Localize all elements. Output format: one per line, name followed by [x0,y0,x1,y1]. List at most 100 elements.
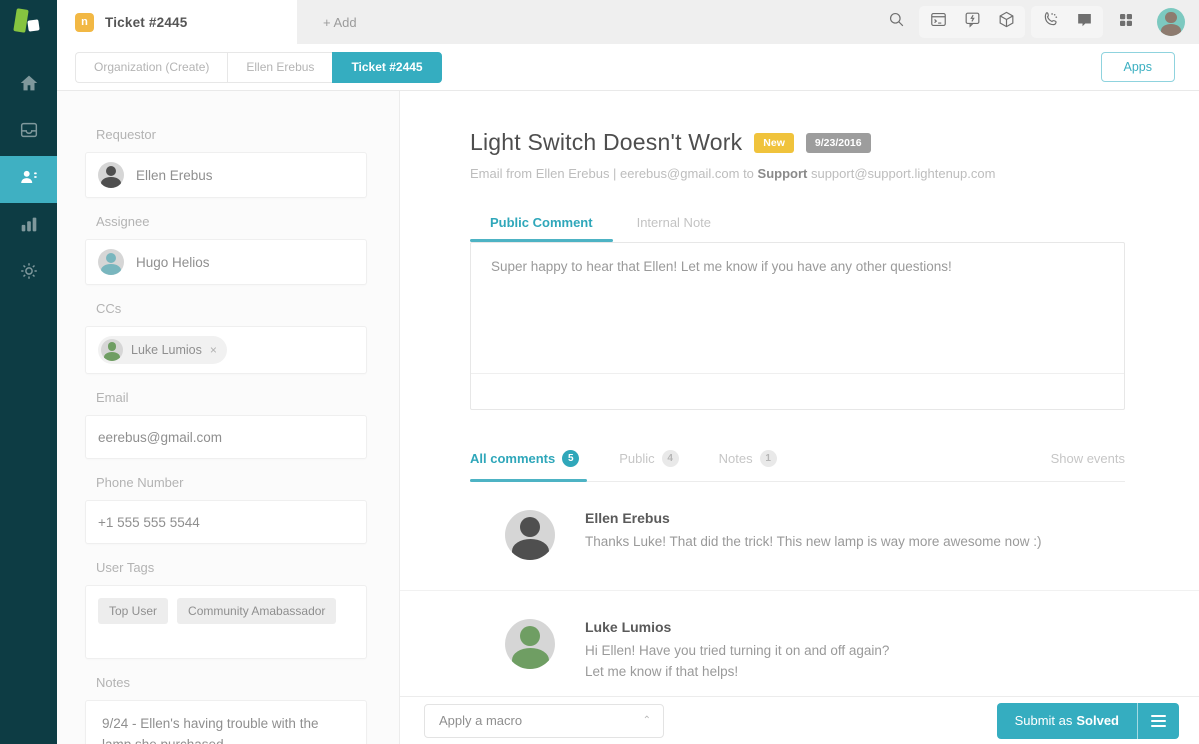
user-tags-field[interactable]: Top User Community Amabassador [85,585,367,659]
ticket-properties-panel: Requestor Ellen Erebus Assignee Hugo Hel… [57,91,400,744]
public-label: Public [619,451,654,466]
notes-tab-label: Notes [719,451,753,466]
home-icon [18,72,40,99]
submit-as-solved-button[interactable]: Submit as Solved [997,703,1137,739]
apply-macro-select[interactable]: Apply a macro ⌃ [424,704,664,738]
remove-cc-icon[interactable]: × [210,343,217,357]
comment-ellen: Ellen Erebus Thanks Luke! That did the t… [400,482,1199,590]
notes-count: 1 [760,450,777,467]
sidebar-item-views[interactable] [0,109,57,156]
ticket-title: Light Switch Doesn't Work [470,129,742,156]
sidebar-item-customers[interactable] [0,156,57,203]
comment-luke: Luke Lumios Hi Ellen! Have you tried tur… [400,590,1199,696]
phone-value: +1 555 555 5544 [98,515,200,530]
submit-status: Solved [1076,713,1119,728]
breadcrumb: Organization (Create) Ellen Erebus Ticke… [57,44,1199,91]
comment-text: Let me know if that helps! [585,662,889,683]
date-badge: 9/23/2016 [806,133,871,153]
breadcrumb-ticket[interactable]: Ticket #2445 [332,52,441,83]
requestor-label: Requestor [96,127,399,142]
chat-button[interactable] [1067,7,1101,37]
comment-author: Ellen Erebus [585,510,1041,526]
hamburger-icon [1151,715,1166,717]
settings-icon [18,260,40,287]
search-icon [887,10,906,34]
email-field[interactable]: eerebus@gmail.com [85,415,367,459]
ticket-tab-badge: n [75,13,94,32]
phone-field[interactable]: +1 555 555 5544 [85,500,367,544]
cube-icon [997,10,1016,34]
requestor-field[interactable]: Ellen Erebus [85,152,367,198]
chevron-up-icon: ⌃ [643,715,651,726]
call-button[interactable] [1033,7,1067,37]
tag-top-user[interactable]: Top User [98,598,168,624]
ticket-main: Light Switch Doesn't Work New 9/23/2016 … [400,91,1199,696]
left-nav-rail [0,0,57,744]
all-comments-label: All comments [470,451,555,466]
tab-notes[interactable]: Notes 1 [719,440,795,481]
comment-avatar-luke [505,619,555,669]
assignee-value: Hugo Helios [136,255,210,270]
public-count: 4 [662,450,679,467]
search-button[interactable] [879,7,913,37]
app-window: n Ticket #2445 + Add [0,0,1199,744]
meta-email: support@support.lightenup.com [807,166,995,181]
assignee-label: Assignee [96,214,399,229]
tag-community-ambassador[interactable]: Community Amabassador [177,598,336,624]
tab-public-comment[interactable]: Public Comment [470,207,613,242]
apps-button[interactable]: Apps [1101,52,1176,82]
chat-bubble-icon [1075,10,1094,34]
views-icon [18,119,40,146]
reports-icon [18,213,40,240]
comment-avatar-ellen [505,510,555,560]
comment-filter-tabs: All comments 5 Public 4 Notes 1 Show eve… [470,440,1125,482]
requestor-value: Ellen Erebus [136,168,213,183]
sidebar-item-settings[interactable] [0,250,57,297]
breadcrumb-ellen-erebus[interactable]: Ellen Erebus [227,52,332,83]
meta-prefix: Email from Ellen Erebus | eerebus@gmail.… [470,166,758,181]
tab-public[interactable]: Public 4 [619,440,696,481]
email-label: Email [96,390,399,405]
tab-internal-note[interactable]: Internal Note [617,207,731,242]
apply-macro-placeholder: Apply a macro [439,713,522,728]
email-value: eerebus@gmail.com [98,430,222,445]
open-ticket-tab[interactable]: n Ticket #2445 [57,0,297,44]
console-button[interactable] [921,7,955,37]
channels-icon-group [1031,6,1103,38]
app-logo[interactable] [0,0,57,44]
ticket-tab-title: Ticket #2445 [105,15,187,30]
apps-grid-button[interactable] [1109,7,1143,37]
breadcrumb-organization[interactable]: Organization (Create) [75,52,227,83]
sidebar-item-reports[interactable] [0,203,57,250]
submit-prefix: Submit as [1015,713,1073,728]
feedback-button[interactable] [955,7,989,37]
phone-label: Phone Number [96,475,399,490]
status-badge-new: New [754,133,794,153]
tab-all-comments[interactable]: All comments 5 [470,440,597,481]
phone-icon [1041,10,1060,34]
assignee-field[interactable]: Hugo Helios [85,239,367,285]
cc-chip-luke-lumios[interactable]: Luke Lumios × [98,336,227,364]
assignee-avatar [98,249,124,275]
cc-name: Luke Lumios [131,343,202,357]
comment-text: Hi Ellen! Have you tried turning it on a… [585,641,889,662]
submit-options-button[interactable] [1137,703,1179,739]
sidebar-item-home[interactable] [0,62,57,109]
ticket-meta: Email from Ellen Erebus | eerebus@gmail.… [470,166,1125,181]
products-button[interactable] [989,7,1023,37]
terminal-icon [929,10,948,34]
cc-avatar [101,339,123,361]
composer-textarea[interactable]: Super happy to hear that Ellen! Let me k… [471,243,1124,373]
show-events-toggle[interactable]: Show events [1051,451,1125,470]
user-tags-label: User Tags [96,560,399,575]
add-tab-button[interactable]: + Add [297,0,383,44]
user-avatar[interactable] [1157,8,1185,36]
ccs-field[interactable]: Luke Lumios × [85,326,367,374]
customers-icon [18,166,40,193]
composer-footer[interactable] [471,373,1124,409]
ccs-label: CCs [96,301,399,316]
all-comments-count: 5 [562,450,579,467]
grid-icon [1117,11,1135,34]
logo-white-shape [27,19,39,31]
notes-field[interactable]: 9/24 - Ellen's having trouble with the l… [85,700,367,744]
